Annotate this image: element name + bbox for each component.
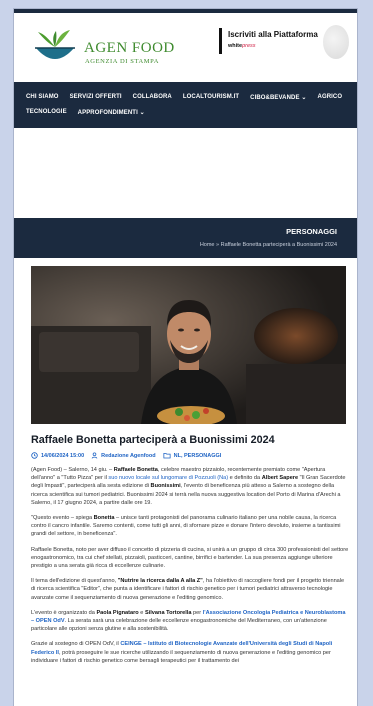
article-author-text: Redazione Agenfood bbox=[101, 452, 156, 459]
p6-text-c: , potrà proseguire le sue ricerche utili… bbox=[31, 649, 331, 664]
logo-title[interactable]: Agen Food bbox=[84, 40, 175, 57]
article-author[interactable]: Redazione Agenfood bbox=[91, 452, 156, 459]
p1-link-locale[interactable]: suo nuovo locale sul lungomare di Pozzuo… bbox=[108, 475, 228, 481]
main-nav: CHI SIAMO SERVIZI OFFERTI COLLABORA LOCA… bbox=[14, 82, 357, 128]
breadcrumb-current: Raffaele Bonetta parteciperà a Buonissim… bbox=[220, 242, 337, 248]
paragraph-5: L'evento è organizzato da Paola Pignatar… bbox=[31, 609, 349, 634]
paragraph-4: Il tema dell'edizione di quest'anno, "Nu… bbox=[31, 577, 349, 602]
p5-bold-silvana: Silvana Tortorella bbox=[144, 609, 192, 616]
promo-title: Iscriviti alla Piattaforma bbox=[228, 30, 318, 39]
chevron-down-icon: ⌄ bbox=[139, 109, 145, 116]
article-body: Raffaele Bonetta parteciperà a Buonissim… bbox=[31, 429, 349, 665]
category-title: PERSONAGGI bbox=[286, 227, 337, 236]
nav-chi-siamo[interactable]: CHI SIAMO bbox=[26, 94, 59, 100]
chevron-down-icon: ⌄ bbox=[301, 94, 307, 101]
browser-page: Agen Food Agenzia di Stampa Iscriviti al… bbox=[14, 9, 357, 706]
p1-bold-name: Raffaele Bonetta bbox=[113, 467, 158, 473]
article-categories-text: NL, PERSONAGGI bbox=[173, 452, 222, 459]
p5-text-g: . La serata sarà una celebrazione delle … bbox=[31, 618, 327, 633]
paragraph-3: Raffaele Bonetta, noto per aver diffuso … bbox=[31, 546, 349, 570]
nav-tecnologie[interactable]: TECNOLOGIE bbox=[26, 109, 67, 115]
breadcrumb-home[interactable]: Home bbox=[200, 242, 215, 248]
clock-icon bbox=[31, 452, 38, 459]
user-icon bbox=[91, 452, 98, 459]
promo-brand-a: white bbox=[228, 43, 243, 49]
p5-bold-paola: Paola Pignataro bbox=[96, 609, 139, 616]
nav-cibo-bevande-label: CIBO&BEVANDE bbox=[250, 94, 300, 101]
article-date[interactable]: 14/06/2024 15:00 bbox=[31, 452, 84, 459]
logo-bowl-icon[interactable] bbox=[32, 28, 78, 68]
nav-row-2: TECNOLOGIE APPROFONDIMENTI ⌄ bbox=[26, 103, 145, 121]
article-meta: 14/06/2024 15:00 Redazione Agenfood NL, … bbox=[31, 452, 349, 459]
article-title: Raffaele Bonetta parteciperà a Buonissim… bbox=[31, 434, 275, 446]
nav-servizi-offerti[interactable]: SERVIZI OFFERTI bbox=[70, 94, 122, 100]
p1-bold-albert: Albert Sapere bbox=[261, 475, 299, 482]
p2-bold-bonetta: Bonetta bbox=[93, 515, 115, 522]
promo-accent-bar bbox=[219, 28, 222, 54]
promo-banner[interactable]: Iscriviti alla Piattaforma whitepress bbox=[219, 25, 349, 65]
promo-brand: whitepress bbox=[228, 43, 256, 49]
paragraph-2: "Questo evento – spiega Bonetta – unisce… bbox=[31, 514, 349, 539]
folder-icon bbox=[163, 453, 171, 459]
nav-localtourism[interactable]: LOCALTOURISM.IT bbox=[183, 94, 239, 100]
promo-decoration bbox=[323, 25, 349, 59]
p5-text-a: L'evento è organizzato da bbox=[31, 609, 97, 616]
article-categories[interactable]: NL, PERSONAGGI bbox=[163, 452, 222, 459]
hero-photo bbox=[31, 266, 346, 424]
p1-bold-buonissimi: Buonissimi bbox=[150, 483, 181, 490]
p4-text-a: Il tema dell'edizione di quest'anno, bbox=[31, 578, 118, 585]
breadcrumb-separator: » bbox=[216, 242, 220, 248]
article-date-text: 14/06/2024 15:00 bbox=[41, 452, 85, 459]
site-header: Agen Food Agenzia di Stampa Iscriviti al… bbox=[14, 13, 357, 85]
nav-approfondimenti[interactable]: APPROFONDIMENTI ⌄ bbox=[78, 109, 145, 116]
nav-collabora[interactable]: COLLABORA bbox=[133, 94, 172, 100]
p1-text-e: e definito da bbox=[228, 475, 262, 482]
promo-brand-b: press bbox=[242, 43, 256, 49]
p6-text-a: Grazie al sostegno di OPEN OdV, il bbox=[31, 641, 121, 648]
nav-agrico[interactable]: AGRICO bbox=[318, 94, 343, 100]
p2-text-a: "Questo evento – spiega bbox=[31, 515, 94, 522]
nav-approfondimenti-label: APPROFONDIMENTI bbox=[77, 109, 138, 116]
p1-text-a: (Agen Food) – Salerno, 14 giu. – bbox=[31, 467, 114, 473]
category-banner: PERSONAGGI Home » Raffaele Bonetta parte… bbox=[14, 218, 357, 258]
nav-cibo-bevande[interactable]: CIBO&BEVANDE ⌄ bbox=[250, 94, 306, 101]
paragraph-1: (Agen Food) – Salerno, 14 giu. – Raffael… bbox=[31, 466, 349, 507]
article-hero-image bbox=[31, 266, 346, 424]
breadcrumb: Home » Raffaele Bonetta parteciperà a Bu… bbox=[200, 242, 337, 248]
p5-text-e: per bbox=[191, 609, 203, 616]
p4-bold-tema: "Nutrire la ricerca dalla A alla Z" bbox=[117, 578, 203, 585]
paragraph-6: Grazie al sostegno di OPEN OdV, il CEING… bbox=[31, 640, 349, 665]
logo-subtitle: Agenzia di Stampa bbox=[85, 58, 160, 65]
